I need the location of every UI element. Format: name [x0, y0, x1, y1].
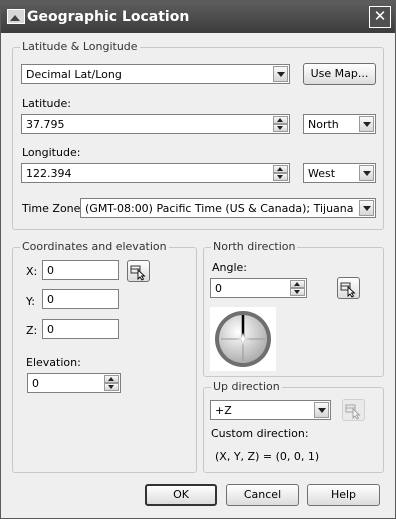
pick-point-icon [345, 404, 361, 420]
chevron-down-icon [273, 66, 288, 82]
close-button[interactable]: ✕ [369, 6, 391, 28]
input-value: 122.394 [26, 167, 72, 180]
chevron-down-icon [359, 165, 374, 181]
compass-icon [215, 311, 271, 367]
pick-coordinates-button[interactable] [127, 260, 150, 282]
chevron-down-icon [314, 402, 329, 418]
use-map-button[interactable]: Use Map... [303, 63, 376, 85]
cancel-button[interactable]: Cancel [226, 484, 299, 506]
geographic-location-icon [7, 9, 25, 24]
input-value: 0 [215, 282, 222, 295]
y-input[interactable]: 0 [42, 289, 119, 309]
x-label: X: [26, 265, 38, 278]
geographic-location-dialog: Geographic Location ✕ Latitude & Longitu… [0, 0, 396, 519]
input-value: 0 [32, 377, 39, 390]
elevation-input[interactable]: 0 [27, 373, 121, 393]
select-value: +Z [215, 404, 232, 417]
angle-spinner[interactable] [290, 280, 305, 296]
chevron-down-icon [359, 200, 374, 216]
up-direction-select[interactable]: +Z [210, 400, 331, 420]
window-title: Geographic Location [27, 9, 190, 25]
chevron-down-icon [359, 116, 374, 132]
custom-direction-label: Custom direction: [211, 427, 309, 440]
close-icon: ✕ [373, 7, 387, 25]
select-value: West [308, 167, 336, 180]
help-button[interactable]: Help [307, 484, 380, 506]
pick-point-icon [340, 282, 356, 298]
group-label: Coordinates and elevation [20, 240, 169, 253]
group-label: North direction [211, 240, 298, 253]
select-value: Decimal Lat/Long [26, 68, 122, 81]
z-input[interactable]: 0 [42, 319, 119, 339]
elevation-label: Elevation: [26, 356, 81, 369]
compass-preview [210, 307, 276, 371]
input-value: 37.795 [26, 118, 65, 131]
ok-button[interactable]: OK [145, 484, 217, 506]
z-label: Z: [26, 324, 38, 337]
elevation-spinner[interactable] [104, 375, 119, 391]
angle-label: Angle: [212, 261, 248, 274]
timezone-select[interactable]: (GMT-08:00) Pacific Time (US & Canada); … [80, 198, 376, 218]
title-bar[interactable]: Geographic Location ✕ [1, 1, 395, 33]
pick-north-direction-button[interactable] [337, 277, 360, 299]
pick-point-icon [130, 265, 146, 281]
group-label: Latitude & Longitude [20, 40, 140, 53]
timezone-label: Time Zone: [22, 202, 85, 215]
select-value: North [308, 118, 339, 131]
longitude-label: Longitude: [22, 146, 81, 159]
group-label: Up direction [211, 380, 282, 393]
select-value: (GMT-08:00) Pacific Time (US & Canada); … [85, 202, 354, 215]
y-label: Y: [26, 295, 35, 308]
custom-direction-value: (X, Y, Z) = (0, 0, 1) [215, 450, 320, 463]
longitude-input[interactable]: 122.394 [21, 163, 290, 183]
pick-up-direction-button[interactable] [342, 399, 365, 421]
x-input[interactable]: 0 [42, 260, 119, 280]
latitude-label: Latitude: [22, 97, 71, 110]
latitude-input[interactable]: 37.795 [21, 114, 290, 134]
longitude-direction-select[interactable]: West [303, 163, 376, 183]
angle-input[interactable]: 0 [210, 278, 307, 298]
latitude-direction-select[interactable]: North [303, 114, 376, 134]
coordinate-format-select[interactable]: Decimal Lat/Long [21, 64, 290, 84]
latitude-spinner[interactable] [273, 116, 288, 132]
longitude-spinner[interactable] [273, 165, 288, 181]
